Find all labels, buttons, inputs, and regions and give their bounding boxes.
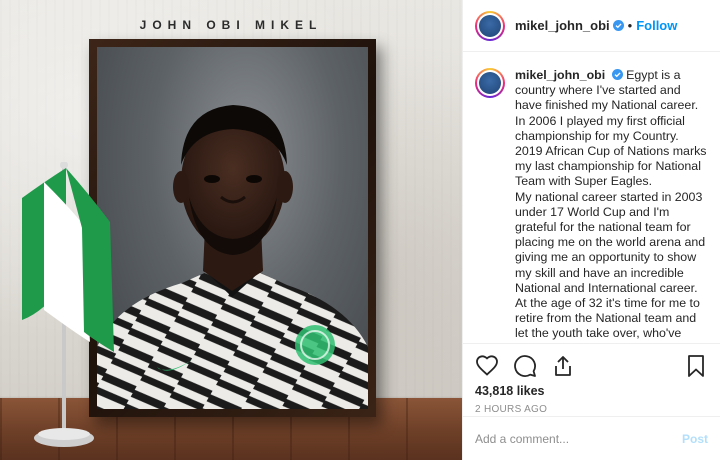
- caption-avatar-image: [479, 72, 501, 94]
- comment-bar: Post: [463, 416, 720, 460]
- caption-avatar[interactable]: [475, 68, 505, 98]
- nigeria-flag: [22, 162, 114, 447]
- caption-paragraph: My national career started in 2003 under…: [515, 189, 706, 295]
- post-sidebar: mikel_john_obi • Follow mikel_john_obi E…: [462, 0, 720, 460]
- verified-icon: [611, 69, 623, 80]
- caption-paragraph: At the age of 32 it's time for me to ret…: [515, 296, 700, 342]
- image-title: JOHN OBI MIKEL: [139, 18, 323, 32]
- picture-frame: [89, 39, 376, 417]
- player-photo: [97, 47, 368, 409]
- heart-icon[interactable]: [475, 354, 499, 378]
- post-comment-button[interactable]: Post: [682, 432, 708, 446]
- caption-username[interactable]: mikel_john_obi: [515, 68, 605, 82]
- post-image[interactable]: JOHN OBI MIKEL: [0, 0, 462, 460]
- avatar-ring: [477, 12, 503, 39]
- caption: mikel_john_obi Egypt is a country where …: [463, 52, 720, 342]
- actions-section: 43,818 likes 2 HOURS AGO: [463, 343, 720, 415]
- caption-paragraph: Egypt is a country where I've started an…: [515, 68, 707, 189]
- separator-dot: •: [627, 18, 633, 33]
- header-username[interactable]: mikel_john_obi: [515, 18, 610, 33]
- post-timestamp[interactable]: 2 HOURS AGO: [463, 398, 720, 415]
- caption-text: mikel_john_obi Egypt is a country where …: [515, 68, 708, 342]
- caption-avatar-ring: [477, 70, 503, 96]
- player-portrait: [97, 105, 368, 409]
- comment-input[interactable]: [475, 431, 682, 446]
- verified-icon: [612, 20, 624, 31]
- likes-count[interactable]: 43,818 likes: [463, 384, 720, 398]
- avatar-image: [479, 14, 501, 37]
- follow-button[interactable]: Follow: [636, 18, 677, 33]
- action-buttons: [463, 344, 720, 388]
- bookmark-icon[interactable]: [684, 354, 708, 378]
- comment-icon[interactable]: [513, 354, 537, 378]
- avatar[interactable]: [475, 10, 505, 41]
- post-header: mikel_john_obi • Follow: [463, 0, 720, 52]
- instagram-post-view: JOHN OBI MIKEL mikel_john_obi • Follow m…: [0, 0, 720, 460]
- share-icon[interactable]: [551, 354, 575, 378]
